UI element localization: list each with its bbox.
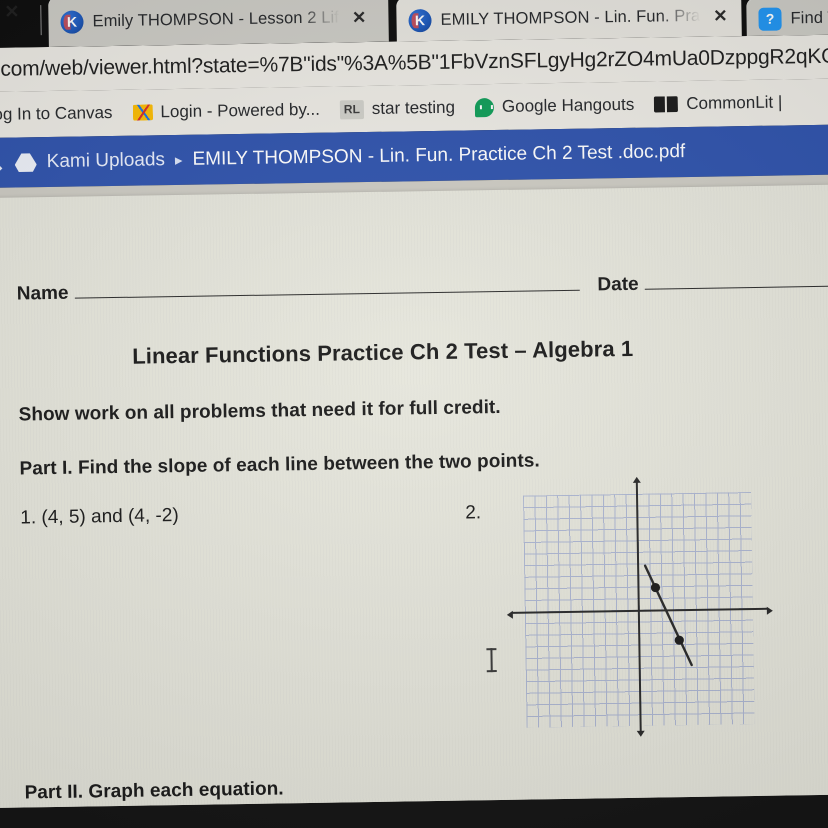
bookmark-commonlit[interactable]: CommonLit | [654, 93, 782, 115]
part-2-heading: Part II. Graph each equation. [24, 778, 284, 804]
bookmark-login-powered-by[interactable]: Login - Powered by... [132, 100, 320, 123]
date-label: Date [597, 273, 639, 296]
tab-close-button[interactable]: ✕ [348, 6, 371, 27]
hangouts-icon [474, 97, 495, 117]
pdf-page: Name Date Linear Functions Practice Ch 2… [0, 184, 828, 808]
bookmark-label: star testing [371, 97, 456, 118]
tab-close-button[interactable]: ✕ [4, 1, 19, 22]
kami-icon [408, 8, 432, 32]
worksheet-content: Name Date Linear Functions Practice Ch 2… [15, 184, 828, 808]
name-date-row: Name Date [17, 270, 828, 305]
date-blank-rule [644, 284, 828, 290]
chevron-right-icon: ▸ [174, 151, 183, 170]
tab-title: Find Tes [790, 8, 828, 27]
url-text: q.com/web/viewer.html?state=%7B"ids"%3A%… [0, 43, 828, 82]
instruction-text: Show work on all problems that need it f… [18, 396, 501, 426]
bookmark-log-in-to-canvas[interactable]: Log In to Canvas [0, 103, 113, 125]
graph-plot [643, 564, 693, 667]
graph-line [643, 564, 693, 667]
screenshot-root: ✕ Emily THOMPSON - Lesson 2 Lif ✕ EMILY … [0, 0, 828, 828]
browser-tab-lesson2[interactable]: Emily THOMPSON - Lesson 2 Lif ✕ [48, 0, 389, 48]
rl-icon: RL [339, 99, 364, 119]
tab-title: Emily THOMPSON - Lesson 2 Lif [92, 7, 340, 30]
breadcrumb-folder[interactable]: Kami Uploads [47, 149, 166, 173]
bookmark-label: CommonLit | [686, 92, 783, 114]
part-1-heading: Part I. Find the slope of each line betw… [19, 450, 540, 480]
kami-icon [60, 9, 84, 34]
name-blank-rule [74, 289, 580, 299]
tab-divider [40, 5, 42, 36]
question-2-number: 2. [465, 502, 482, 524]
w-icon [132, 104, 153, 121]
question-2-graph [511, 481, 768, 732]
bookmark-label: Login - Powered by... [160, 99, 320, 122]
browser-tab-findtest[interactable]: Find Tes [746, 0, 828, 41]
pdf-viewer[interactable]: Name Date Linear Functions Practice Ch 2… [0, 174, 828, 808]
book-icon [654, 96, 679, 113]
graph-point-1 [650, 582, 661, 593]
bookmark-star-testing[interactable]: RL star testing [339, 97, 456, 120]
text-cursor [490, 648, 493, 673]
quiz-icon [758, 7, 782, 31]
photographed-screen: ✕ Emily THOMPSON - Lesson 2 Lif ✕ EMILY … [0, 0, 828, 828]
tab-close-button[interactable]: ✕ [709, 5, 732, 26]
answer-grid-right [644, 803, 828, 808]
name-label: Name [16, 282, 69, 305]
bookmark-label: Log In to Canvas [0, 103, 113, 125]
bookmark-label: Google Hangouts [501, 94, 635, 116]
tab-title: EMILY THOMPSON - Lin. Fun. Pra [440, 6, 701, 29]
question-1: 1. (4, 5) and (4, -2) [20, 505, 179, 529]
bookmark-google-hangouts[interactable]: Google Hangouts [474, 94, 635, 118]
document-file-name: EMILY THOMPSON - Lin. Fun. Practice Ch 2… [192, 141, 686, 170]
drive-icon [15, 153, 37, 172]
worksheet-title: Linear Functions Practice Ch 2 Test – Al… [132, 335, 634, 369]
search-icon[interactable] [0, 150, 5, 176]
